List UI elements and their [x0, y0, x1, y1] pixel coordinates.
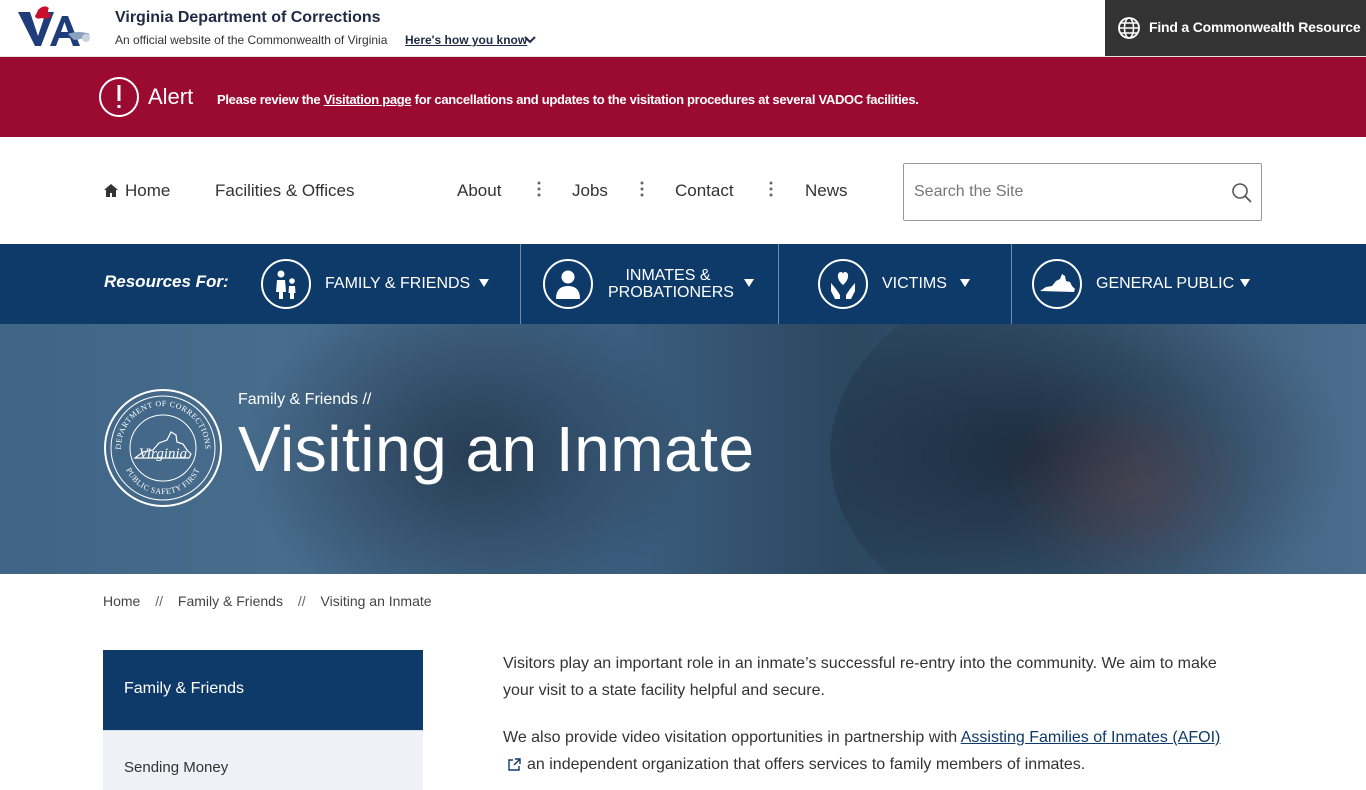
site-search [903, 163, 1262, 221]
video-visitation-paragraph: We also provide video visitation opportu… [503, 724, 1233, 778]
heart-hands-icon [818, 259, 868, 309]
resource-victims-label: Victims [882, 275, 947, 292]
resource-general-public-label: General Public [1096, 275, 1235, 292]
breadcrumb-family-friends[interactable]: Family & Friends [178, 593, 283, 609]
p2-prefix: We also provide video visitation opportu… [503, 729, 958, 746]
hero-breadcrumb[interactable]: Family & Friends // [238, 391, 371, 409]
resource-inmates-label-line1: Inmates & [625, 267, 711, 284]
alert-message-suffix: for cancellations and updates to the vis… [414, 92, 919, 107]
sidenav-heading-label: Family & Friends [124, 680, 245, 697]
sidenav-item-sending-money[interactable]: Sending Money [103, 730, 423, 790]
resource-inmates-label-line2: Probationers [608, 284, 734, 301]
external-link-icon[interactable] [507, 758, 521, 772]
virginia-map-icon [1032, 259, 1082, 309]
resource-general-public[interactable]: General Public [1031, 244, 1261, 324]
hero-photo-shade [1000, 384, 1260, 574]
nav-home[interactable]: Home [125, 181, 170, 201]
official-website-text: An official website of the Commonwealth … [115, 33, 388, 47]
breadcrumb-home[interactable]: Home [103, 593, 140, 609]
nav-contact[interactable]: Contact [675, 181, 734, 201]
nav-news[interactable]: News [805, 181, 848, 201]
nav-facilities-offices[interactable]: Facilities & Offices [215, 181, 355, 201]
seal-center-text: Virginia [139, 446, 187, 462]
more-vertical-icon [640, 181, 644, 197]
chevron-down-icon[interactable] [523, 33, 537, 47]
alert-banner: Alert Please review the Visitation page … [0, 57, 1366, 137]
resource-family-friends-label: Family & Friends [325, 275, 471, 292]
afoi-link[interactable]: Assisting Families of Inmates (AFOI) [961, 729, 1221, 746]
search-icon[interactable] [1231, 182, 1253, 204]
person-icon [543, 259, 593, 309]
nav-about[interactable]: About [457, 181, 501, 201]
main-navigation: Home Facilities & Offices About Jobs Con… [0, 137, 1366, 244]
more-vertical-icon [769, 181, 773, 197]
page-title: Visiting an Inmate [238, 413, 755, 485]
breadcrumb: Home // Family & Friends // Visiting an … [103, 593, 432, 609]
find-commonwealth-resource-button[interactable]: Find a Commonwealth Resource [1105, 0, 1366, 56]
resource-inmates-probationers[interactable]: Inmates & Probationers [542, 244, 778, 324]
divider [520, 244, 521, 324]
find-resource-label: Find a Commonwealth Resource [1149, 19, 1361, 35]
caret-down-icon [960, 279, 970, 287]
official-site-banner: Virginia Department of Corrections An of… [0, 0, 1366, 57]
caret-down-icon [479, 279, 489, 287]
family-icon [261, 259, 311, 309]
vadoc-seal-icon: DEPARTMENT OF CORRECTIONS PUBLIC SAFETY … [104, 389, 222, 507]
home-icon[interactable] [103, 183, 119, 198]
caret-down-icon [1240, 279, 1250, 287]
globe-icon [1118, 17, 1140, 39]
divider [1011, 244, 1012, 324]
exclamation-circle-icon [99, 77, 139, 117]
resource-family-friends[interactable]: Family & Friends [260, 244, 520, 324]
resource-victims[interactable]: Victims [817, 244, 1011, 324]
visitation-page-link[interactable]: Visitation page [324, 92, 412, 107]
resources-bar: Resources For: Family & Friends Inmates … [0, 244, 1366, 324]
caret-down-icon [744, 279, 754, 287]
virginia-logo[interactable] [16, 4, 96, 50]
resources-for-label: Resources For: [104, 272, 229, 291]
sidenav-heading[interactable]: Family & Friends [103, 650, 423, 730]
breadcrumb-separator: // [297, 593, 306, 609]
breadcrumb-current: Visiting an Inmate [320, 593, 432, 609]
nav-jobs[interactable]: Jobs [572, 181, 608, 201]
intro-paragraph: Visitors play an important role in an in… [503, 655, 1217, 699]
resource-inmates-probationers-label: Inmates & Probationers [608, 267, 734, 301]
alert-message-prefix: Please review the [217, 92, 321, 107]
more-vertical-icon [537, 181, 541, 197]
alert-message: Please review the Visitation page for ca… [217, 92, 919, 107]
p2-suffix: an independent organization that offers … [527, 756, 1086, 773]
site-name[interactable]: Virginia Department of Corrections [115, 9, 381, 27]
search-input[interactable] [914, 180, 1214, 204]
breadcrumb-separator: // [155, 593, 164, 609]
how-you-know-link[interactable]: Here's how you know [405, 33, 527, 47]
divider [778, 244, 779, 324]
hero-banner: DEPARTMENT OF CORRECTIONS PUBLIC SAFETY … [0, 324, 1366, 574]
alert-title: Alert [148, 84, 194, 109]
